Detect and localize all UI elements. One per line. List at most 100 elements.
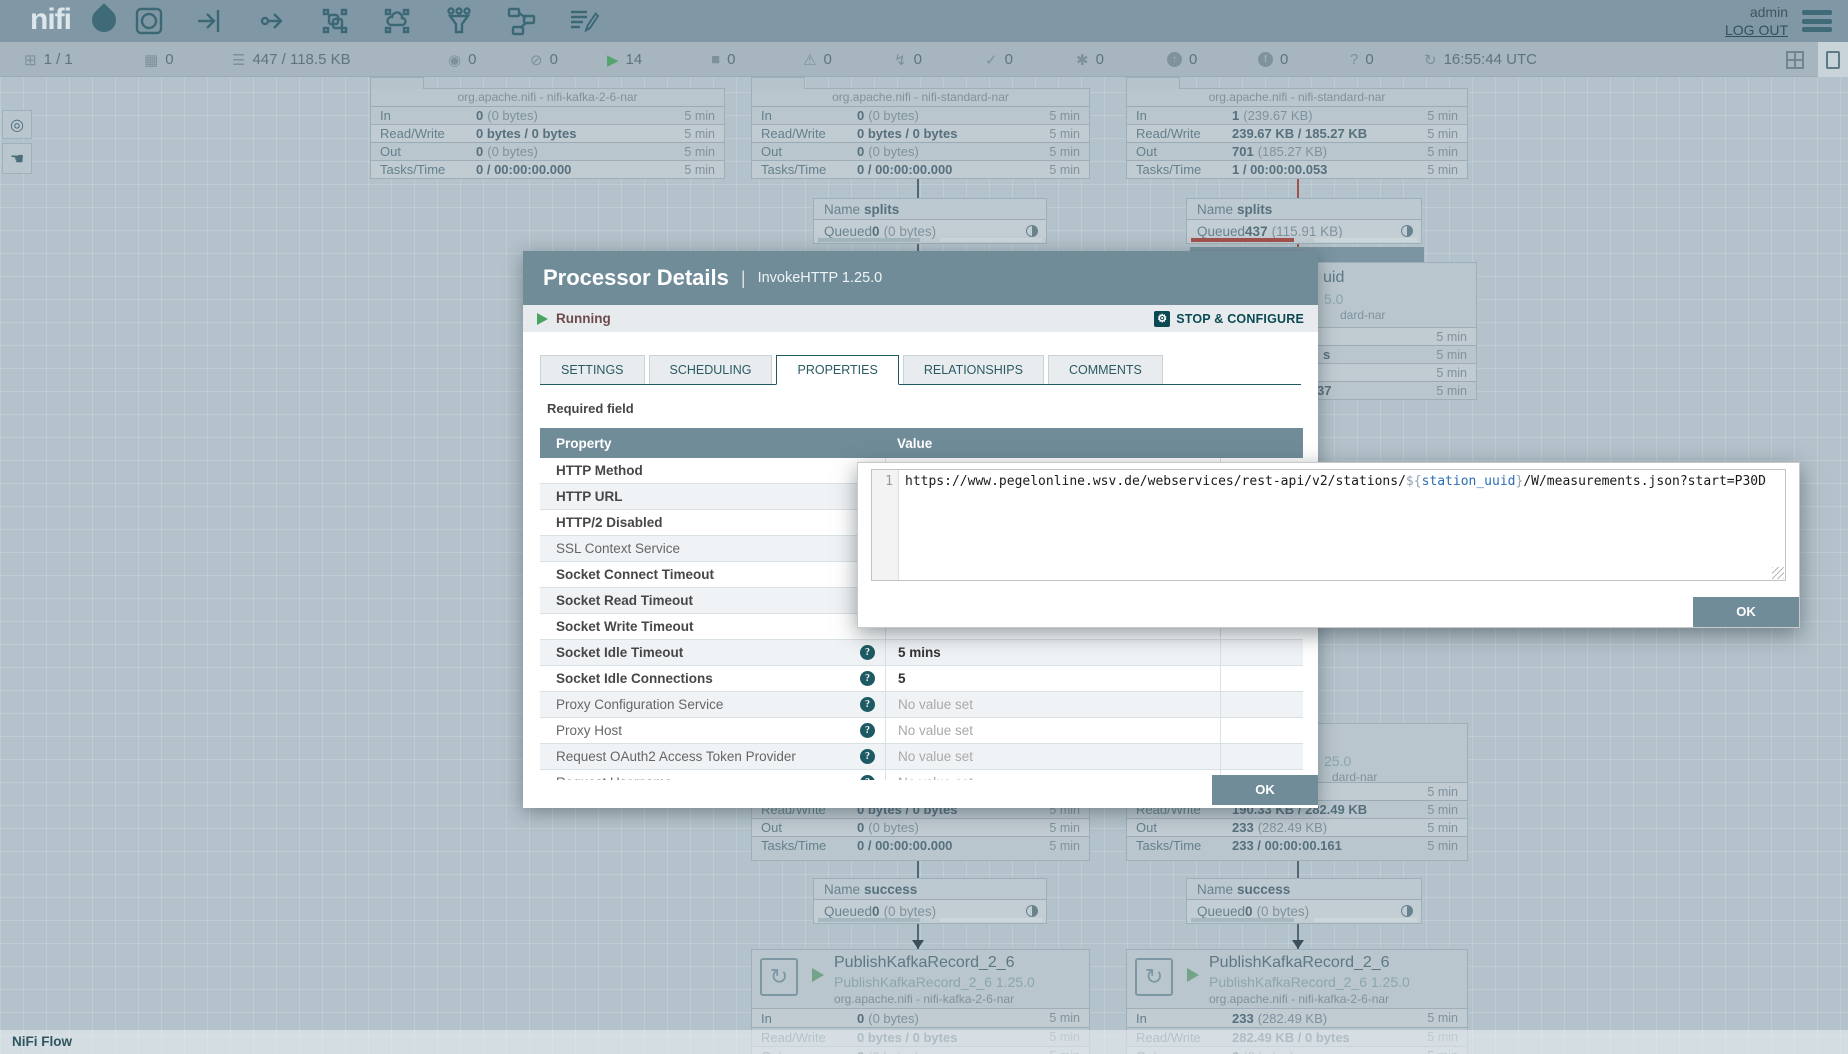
input-port-icon[interactable] bbox=[192, 2, 230, 40]
property-value: 5 bbox=[898, 671, 906, 686]
stat-value: 233(282.49 KB) bbox=[1232, 1011, 1327, 1026]
stat-time: 5 min bbox=[1427, 127, 1458, 141]
stat-value-bold: 233 / 00:00:00.161 bbox=[1232, 838, 1342, 853]
connection-label-success[interactable]: NamesuccessQueued0(0 bytes) bbox=[1186, 878, 1422, 924]
help-icon[interactable]: ? bbox=[860, 697, 875, 712]
queue-size-bar bbox=[1314, 918, 1417, 922]
processor-splittext[interactable]: org.apache.nifi - nifi-kafka-2-6-narIn0(… bbox=[370, 88, 725, 179]
status-refresh[interactable]: ↻16:55:44 UTC bbox=[1424, 42, 1537, 77]
title-fragment: uid bbox=[1323, 269, 1344, 287]
property-value-cell[interactable]: No value set bbox=[885, 770, 1221, 780]
value-editor-popup: 1 https://www.pegelonline.wsv.de/webserv… bbox=[857, 462, 1800, 628]
help-icon[interactable]: ? bbox=[860, 671, 875, 686]
operate-palette-button[interactable]: ☚ bbox=[2, 143, 32, 174]
property-name-cell: Request Username? bbox=[540, 770, 885, 780]
help-icon[interactable]: ? bbox=[860, 723, 875, 738]
stat-value: 0 bytes / 0 bytes bbox=[857, 126, 961, 141]
stat-value-bold: 233 bbox=[1232, 820, 1254, 835]
editor-ok-button[interactable]: OK bbox=[1693, 597, 1799, 627]
bulletin-board-button[interactable] bbox=[1818, 42, 1848, 77]
property-value-cell[interactable]: 5 mins bbox=[885, 640, 1221, 665]
stat-label: Tasks/Time bbox=[1136, 162, 1232, 177]
stat-time: 5 min bbox=[1427, 1011, 1458, 1025]
tab-relationships[interactable]: RELATIONSHIPS bbox=[903, 355, 1044, 384]
funnel-icon[interactable] bbox=[440, 2, 478, 40]
connection-name-row: Namesplits bbox=[1187, 199, 1421, 220]
processor-type-version: PublishKafkaRecord_2_6 1.25.0 bbox=[1209, 974, 1410, 990]
template-icon[interactable] bbox=[502, 2, 540, 40]
status-value: 0 bbox=[727, 51, 735, 68]
navigate-palette-button[interactable]: ◎ bbox=[2, 110, 32, 139]
help-icon[interactable]: ? bbox=[860, 749, 875, 764]
connection-line[interactable] bbox=[917, 861, 919, 878]
output-port-icon[interactable] bbox=[254, 2, 292, 40]
help-icon[interactable]: ? bbox=[860, 645, 875, 660]
logout-link[interactable]: LOG OUT bbox=[1725, 22, 1788, 38]
hand-icon: ☚ bbox=[10, 149, 24, 169]
stat-value-bold: 0 bbox=[857, 820, 864, 835]
property-row[interactable]: Proxy Configuration Service?No value set bbox=[540, 692, 1303, 718]
status-up-to-date: ✓0 bbox=[985, 42, 1013, 77]
dialog-status-bar: Running ⚙ STOP & CONFIGURE bbox=[523, 305, 1318, 332]
property-value-cell[interactable]: No value set bbox=[885, 744, 1221, 769]
processor-standard[interactable]: org.apache.nifi - nifi-standard-narIn1(2… bbox=[1126, 88, 1468, 179]
tab-settings[interactable]: SETTINGS bbox=[540, 355, 645, 384]
processor-name: PublishKafkaRecord_2_6 bbox=[834, 954, 1015, 972]
version-fragment: 5.0 bbox=[1324, 291, 1343, 307]
stat-label: Tasks/Time bbox=[761, 838, 857, 853]
processor-icon[interactable] bbox=[130, 2, 168, 40]
property-row[interactable]: Socket Idle Connections?5 bbox=[540, 666, 1303, 692]
remote-process-group-icon[interactable] bbox=[378, 2, 416, 40]
property-name: Socket Read Timeout bbox=[556, 593, 693, 608]
connection-line[interactable] bbox=[917, 177, 919, 198]
property-row[interactable]: Proxy Host?No value set bbox=[540, 718, 1303, 744]
stat-row: Out233(282.49 KB)5 min bbox=[1127, 818, 1467, 836]
stat-row: Read/Write0 bytes / 0 bytes5 min bbox=[371, 124, 724, 142]
property-row[interactable]: Request Username?No value set bbox=[540, 770, 1303, 780]
stopped-icon: ■ bbox=[711, 51, 720, 68]
stat-value: 239.67 KB / 185.27 KB bbox=[1232, 126, 1371, 141]
connection-line-alert[interactable] bbox=[1297, 177, 1299, 198]
global-menu-button[interactable] bbox=[1802, 10, 1832, 32]
connection-line[interactable] bbox=[1297, 861, 1299, 878]
stat-value: 0 bytes / 0 bytes bbox=[476, 126, 580, 141]
transmitting-icon: ◉ bbox=[448, 51, 461, 69]
resize-handle[interactable] bbox=[1772, 567, 1784, 579]
dialog-ok-button[interactable]: OK bbox=[1212, 775, 1318, 805]
connection-label-success[interactable]: NamesuccessQueued0(0 bytes) bbox=[813, 878, 1047, 924]
stat-row: In233(282.49 KB)5 min bbox=[1127, 1008, 1467, 1027]
help-icon[interactable]: ? bbox=[860, 775, 875, 780]
url-value-text[interactable]: https://www.pegelonline.wsv.de/webservic… bbox=[899, 470, 1768, 580]
stop-and-configure-button[interactable]: ⚙ STOP & CONFIGURE bbox=[1154, 311, 1304, 327]
connection-arrow-icon bbox=[1292, 940, 1304, 949]
connection-label-splits-alert[interactable]: NamesplitsQueued437(115.91 KB) bbox=[1186, 198, 1422, 244]
value-editor[interactable]: 1 https://www.pegelonline.wsv.de/webserv… bbox=[871, 469, 1786, 581]
tab-comments[interactable]: COMMENTS bbox=[1048, 355, 1163, 384]
stat-value-bold: 0 bbox=[476, 108, 483, 123]
property-row[interactable]: Socket Idle Timeout?5 mins bbox=[540, 640, 1303, 666]
stat-value-bold: 701 bbox=[1232, 144, 1254, 159]
process-group-icon[interactable] bbox=[316, 2, 354, 40]
property-name: HTTP Method bbox=[556, 463, 643, 478]
tab-scheduling[interactable]: SCHEDULING bbox=[649, 355, 773, 384]
stat-value-bold: 0 bytes / 0 bytes bbox=[857, 126, 957, 141]
queued-size: (0 bytes) bbox=[1257, 904, 1310, 919]
label-icon[interactable] bbox=[564, 2, 602, 40]
stat-value-bold: 233 bbox=[1232, 1011, 1254, 1026]
processor-standard[interactable]: org.apache.nifi - nifi-standard-narIn0(0… bbox=[751, 88, 1090, 179]
stat-time: 5 min bbox=[1427, 163, 1458, 177]
status-stale: ↑0 bbox=[1167, 42, 1197, 77]
connection-label-splits[interactable]: NamesplitsQueued0(0 bytes) bbox=[813, 198, 1047, 244]
property-value-cell[interactable]: No value set bbox=[885, 718, 1221, 743]
birdseye-icon[interactable] bbox=[1786, 51, 1804, 69]
stat-value: 0(0 bytes) bbox=[857, 108, 919, 123]
property-value-cell[interactable]: 5 bbox=[885, 666, 1221, 691]
tab-properties[interactable]: PROPERTIES bbox=[776, 355, 898, 385]
connection-name: success bbox=[864, 882, 917, 897]
stat-value-rest: (0 bytes) bbox=[868, 820, 919, 835]
property-value-cell[interactable]: No value set bbox=[885, 692, 1221, 717]
property-row[interactable]: Request OAuth2 Access Token Provider?No … bbox=[540, 744, 1303, 770]
stat-time: 5 min bbox=[1049, 145, 1080, 159]
breadcrumb[interactable]: NiFi Flow bbox=[12, 1034, 72, 1049]
queued-label: Queued bbox=[1197, 904, 1245, 919]
